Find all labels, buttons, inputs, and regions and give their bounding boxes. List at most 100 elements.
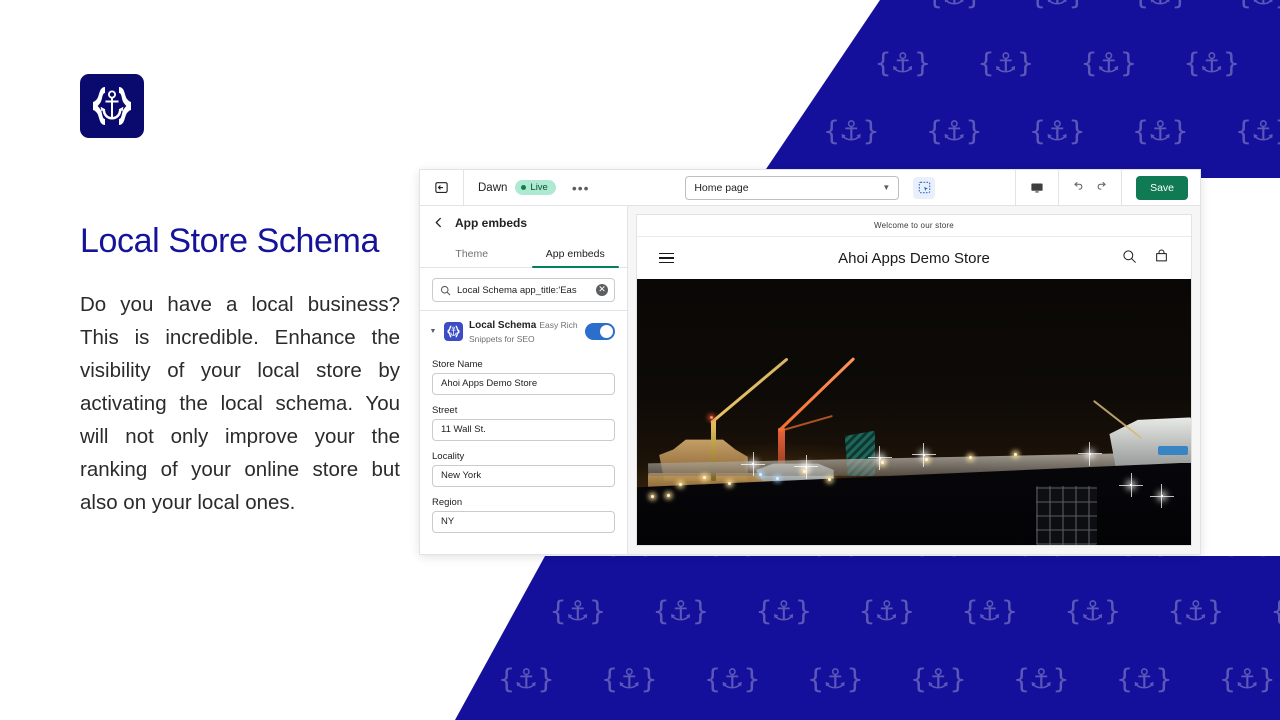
toggle-knob <box>600 325 613 339</box>
field-label: Street <box>432 404 458 416</box>
field-street: Street <box>432 405 615 441</box>
theme-info: Dawn Live ••• <box>478 179 590 196</box>
page-title: Local Store Schema <box>80 222 379 260</box>
status-badge: Live <box>515 180 556 195</box>
search-input[interactable] <box>457 284 590 296</box>
watermark-braces-anchor-icon: {⚓} <box>549 596 607 627</box>
storefront-header: Ahoi Apps Demo Store <box>637 237 1191 279</box>
live-dot-icon <box>521 185 527 190</box>
watermark-braces-anchor-icon: {⚓} <box>1167 596 1225 627</box>
search-field[interactable]: ✕ <box>432 278 615 302</box>
watermark-braces-anchor-icon: {⚓} <box>771 48 829 79</box>
desktop-preview-icon[interactable] <box>1015 170 1058 205</box>
watermark-braces-anchor-icon: {⚓} <box>1219 664 1276 695</box>
history-controls <box>1058 170 1121 205</box>
clear-circle-icon[interactable]: ✕ <box>596 284 608 296</box>
topbar-center: Home page ▼ <box>606 175 1016 200</box>
braces-anchor-logo-icon <box>80 74 144 138</box>
region-input[interactable] <box>432 510 615 533</box>
app-embed-local-schema[interactable]: ▼ Local Schema Easy Rich Snippets for SE… <box>420 311 627 353</box>
topbar-right: Save <box>1015 170 1200 205</box>
hero-image <box>637 279 1191 545</box>
page-selector[interactable]: Home page ▼ <box>685 175 900 200</box>
watermark-braces-anchor-icon: {⚓} <box>704 664 761 695</box>
watermark-braces-anchor-icon: {⚓} <box>601 664 658 695</box>
watermark-pattern-bottom: {⚓} {⚓} {⚓} {⚓} {⚓} {⚓} {⚓} {⚓} {⚓} {⚓} {⚓} {⚓} {⚓} {… <box>455 556 1280 720</box>
storefront-actions <box>1122 249 1169 267</box>
vessel-right-blue-band <box>1157 445 1189 455</box>
chevron-left-icon[interactable] <box>434 217 443 230</box>
slide-canvas: {⚓} {⚓} {⚓} {⚓} {⚓} {⚓} {⚓} {⚓} {⚓} {⚓} {⚓} {⚓} {⚓} {… <box>0 0 1280 720</box>
watermark-braces-anchor-icon: {⚓} <box>1271 598 1280 625</box>
watermark-braces-anchor-icon: {⚓} <box>1183 48 1241 79</box>
light-flare <box>867 445 892 470</box>
watermark-braces-anchor-icon: {⚓} <box>1235 116 1280 147</box>
app-embed-text: Local Schema Easy Rich Snippets for SEO <box>469 319 579 345</box>
storefront-store-name: Ahoi Apps Demo Store <box>838 249 990 267</box>
editor-body: App embeds Theme App embeds ✕ <box>420 206 1200 554</box>
sidebar-search-row: ✕ <box>420 268 627 310</box>
undo-icon[interactable] <box>1071 179 1085 196</box>
watermark-braces-anchor-icon: {⚓} <box>961 596 1019 627</box>
watermark-braces-anchor-icon: {⚓} <box>652 596 710 627</box>
light-flare <box>741 452 766 477</box>
theme-name: Dawn <box>478 181 508 194</box>
light-flare <box>1149 484 1174 509</box>
save-button[interactable]: Save <box>1136 175 1188 200</box>
field-label: Store Name <box>432 358 483 370</box>
watermark-braces-anchor-icon: {⚓} <box>1219 528 1276 559</box>
quay-lamp <box>775 476 779 480</box>
watermark-braces-anchor-icon: {⚓} <box>926 116 983 147</box>
editor-topbar: Dawn Live ••• Home page ▼ Save <box>420 170 1200 206</box>
watermark-braces-anchor-icon: {⚓} <box>1029 0 1086 9</box>
chevron-down-icon: ▼ <box>882 183 891 192</box>
exit-editor-icon[interactable] <box>420 170 464 205</box>
field-label: Region <box>432 496 463 508</box>
watermark-braces-anchor-icon: {⚓} <box>858 596 916 627</box>
watermark-braces-anchor-icon: {⚓} <box>498 664 555 695</box>
app-embed-title: Local Schema <box>469 320 537 331</box>
app-embed-settings-fields: Store Name Street Locality Region <box>420 353 627 554</box>
inspector-select-icon[interactable] <box>913 176 936 199</box>
watermark-braces-anchor-icon: {⚓} <box>720 116 777 147</box>
watermark-braces-anchor-icon: {⚓} <box>910 664 967 695</box>
watermark-braces-anchor-icon: {⚓} <box>1064 596 1122 627</box>
watermark-braces-anchor-icon: {⚓} <box>1080 48 1138 79</box>
quay-lamp <box>880 460 884 464</box>
sidebar-tabs: Theme App embeds <box>420 240 627 268</box>
hamburger-menu-icon[interactable] <box>659 252 674 264</box>
light-flare <box>1119 473 1144 498</box>
sidebar-header: App embeds <box>420 206 627 240</box>
page-selector-value: Home page <box>694 181 749 194</box>
caret-down-icon[interactable]: ▼ <box>428 328 438 335</box>
store-name-input[interactable] <box>432 372 615 395</box>
announcement-bar[interactable]: Welcome to our store <box>637 215 1191 237</box>
watermark-braces-anchor-icon: {⚓} <box>1013 664 1070 695</box>
status-badge-label: Live <box>530 182 548 193</box>
navy-shape-top-right: {⚓} {⚓} {⚓} {⚓} {⚓} {⚓} {⚓} {⚓} {⚓} {⚓} {⚓} {⚓} {⚓} {… <box>760 0 1280 178</box>
app-embed-toggle[interactable] <box>585 323 615 341</box>
watermark-braces-anchor-icon: {⚓} <box>1132 0 1189 9</box>
tab-theme[interactable]: Theme <box>420 240 524 267</box>
light-flare <box>911 442 936 467</box>
marketing-column: Local Store Schema Do you have a local b… <box>80 74 420 519</box>
field-locality: Locality <box>432 451 615 487</box>
quay-lamp <box>758 472 762 476</box>
watermark-braces-anchor-icon: {⚓} <box>755 596 813 627</box>
navy-shape-bottom-right: {⚓} {⚓} {⚓} {⚓} {⚓} {⚓} {⚓} {⚓} {⚓} {⚓} {⚓} {⚓} {⚓} {… <box>455 556 1280 720</box>
marketing-body-text: Do you have a local business? This is in… <box>80 292 400 514</box>
shopping-bag-icon[interactable] <box>1154 249 1169 267</box>
locality-input[interactable] <box>432 464 615 487</box>
street-input[interactable] <box>432 418 615 441</box>
search-icon[interactable] <box>1122 249 1137 267</box>
watermark-braces-anchor-icon: {⚓} <box>1116 664 1173 695</box>
watermark-braces-anchor-icon: {⚓} <box>395 664 451 695</box>
light-flare <box>1077 441 1102 466</box>
watermark-braces-anchor-icon: {⚓} <box>1235 0 1280 9</box>
field-region: Region <box>432 497 615 533</box>
tab-app-embeds[interactable]: App embeds <box>524 240 628 268</box>
watermark-pattern-top: {⚓} {⚓} {⚓} {⚓} {⚓} {⚓} {⚓} {⚓} {⚓} {⚓} {⚓} {⚓} {⚓} {… <box>760 0 1280 178</box>
field-label: Locality <box>432 450 465 462</box>
redo-icon[interactable] <box>1095 179 1109 196</box>
search-icon <box>440 285 451 296</box>
